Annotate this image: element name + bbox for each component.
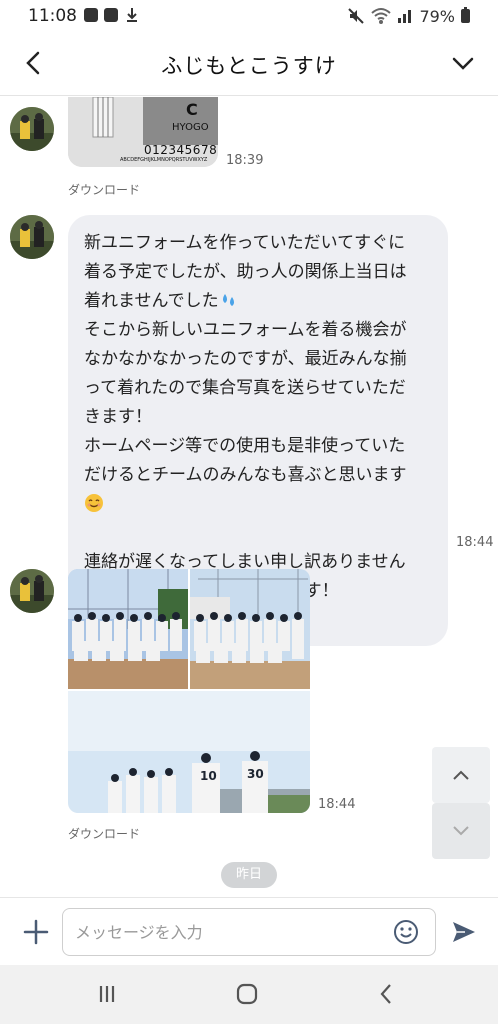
image-text-letter: C: [186, 100, 198, 119]
avatar[interactable]: [10, 569, 54, 613]
mute-icon: [348, 8, 365, 24]
line-app-icon: [84, 8, 98, 22]
date-divider: 昨日: [221, 862, 277, 888]
message-time: 18:44: [456, 535, 494, 550]
scroll-up-button[interactable]: [432, 747, 490, 803]
message-time: 18:44: [318, 797, 356, 812]
system-nav-bar: [0, 965, 498, 1024]
image-text-team: HYOGO: [172, 122, 209, 133]
avatar[interactable]: [10, 107, 54, 151]
wifi-icon: [371, 8, 392, 24]
emoji-icon[interactable]: [393, 919, 419, 945]
home-icon[interactable]: [232, 979, 262, 1009]
battery-icon: [461, 7, 470, 23]
message-input-bar: [0, 897, 498, 965]
message-line: [84, 519, 432, 548]
battery-level: 79%: [419, 6, 455, 26]
plus-icon[interactable]: [22, 918, 50, 946]
message-line: なかなかなかったのですが、最近みんな揃: [84, 349, 407, 369]
status-bar: 11:08 79%: [0, 0, 498, 32]
message-line: [84, 490, 432, 519]
send-icon[interactable]: [450, 918, 478, 946]
back-icon[interactable]: [372, 979, 402, 1009]
message-line: って着れたので集合写真を送らせていただ: [84, 378, 406, 398]
image-text-alphabet: ABCDEFGHIJKLMNOPQRSTUVWXYZ: [120, 157, 208, 163]
uniform-design-image[interactable]: C HYOGO 0123456789 ABCDEFGHIJKLMNOPQRSTU…: [68, 97, 218, 167]
notification-icon: [104, 8, 118, 22]
chat-header: ふじもとこうすけ: [0, 32, 498, 96]
download-icon: [127, 8, 137, 22]
jersey-number: 10: [200, 769, 217, 783]
avatar[interactable]: [10, 215, 54, 259]
message-line: 着る予定でしたが、助っ人の関係上当日は: [84, 262, 407, 282]
smiling-face-emoji: [85, 494, 103, 512]
jersey-number: 30: [247, 767, 264, 781]
chat-area[interactable]: C HYOGO 0123456789 ABCDEFGHIJKLMNOPQRSTU…: [0, 97, 498, 897]
message-line: そこから新しいユニフォームを着る機会が: [84, 320, 407, 340]
scroll-down-button[interactable]: [432, 803, 490, 859]
image-text-numbers: 0123456789: [144, 143, 218, 157]
sweat-droplets-emoji: [222, 294, 234, 306]
download-link[interactable]: ダウンロード: [68, 181, 140, 198]
message-line: 着れませんでした: [84, 287, 432, 316]
photo-album[interactable]: 10 30: [68, 569, 310, 813]
chevron-up-icon: [453, 770, 469, 780]
message-time: 18:39: [226, 153, 264, 168]
clock: 11:08: [28, 6, 77, 26]
message-input[interactable]: [62, 908, 436, 956]
chat-title[interactable]: ふじもとこうすけ: [0, 50, 498, 80]
recent-apps-icon[interactable]: [92, 979, 122, 1009]
status-right: 79%: [347, 6, 470, 26]
chevron-down-icon: [453, 826, 469, 836]
chevron-down-icon[interactable]: [448, 48, 478, 78]
message-line: ホームページ等での使用も是非使っていた: [84, 436, 406, 456]
message-line: 新ユニフォームを作っていただいてすぐに: [84, 233, 406, 253]
team-photo-1[interactable]: [68, 569, 310, 813]
message-line: きます！: [84, 407, 152, 427]
signal-icon: [398, 10, 412, 23]
download-link[interactable]: ダウンロード: [68, 825, 140, 842]
message-line: だけるとチームのみんなも喜ぶと思います: [84, 465, 407, 485]
